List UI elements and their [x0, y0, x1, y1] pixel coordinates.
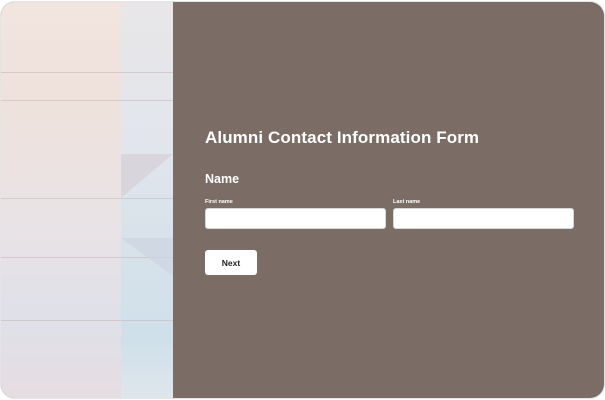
first-name-input[interactable]	[205, 208, 386, 229]
last-name-input[interactable]	[393, 208, 574, 229]
image-fold-shadow	[121, 154, 173, 198]
form-title: Alumni Contact Information Form	[205, 128, 480, 147]
last-name-label: Last name	[393, 199, 421, 205]
image-fold-shadow	[121, 238, 173, 276]
image-fold-line	[1, 100, 173, 101]
next-button[interactable]: Next	[205, 250, 257, 275]
name-section-label: Name	[205, 172, 240, 186]
decorative-side-image	[1, 2, 173, 398]
form-window: Alumni Contact Information Form Name Fir…	[1, 2, 604, 398]
image-fold-line	[1, 72, 173, 73]
image-fold-line	[1, 320, 173, 321]
first-name-field-group: First name	[205, 199, 386, 229]
first-name-label: First name	[205, 199, 233, 205]
last-name-field-group: Last name	[393, 199, 574, 229]
image-fold-line	[1, 198, 173, 199]
image-light-strip	[121, 2, 173, 398]
form-content: Alumni Contact Information Form Name Fir…	[205, 2, 577, 398]
